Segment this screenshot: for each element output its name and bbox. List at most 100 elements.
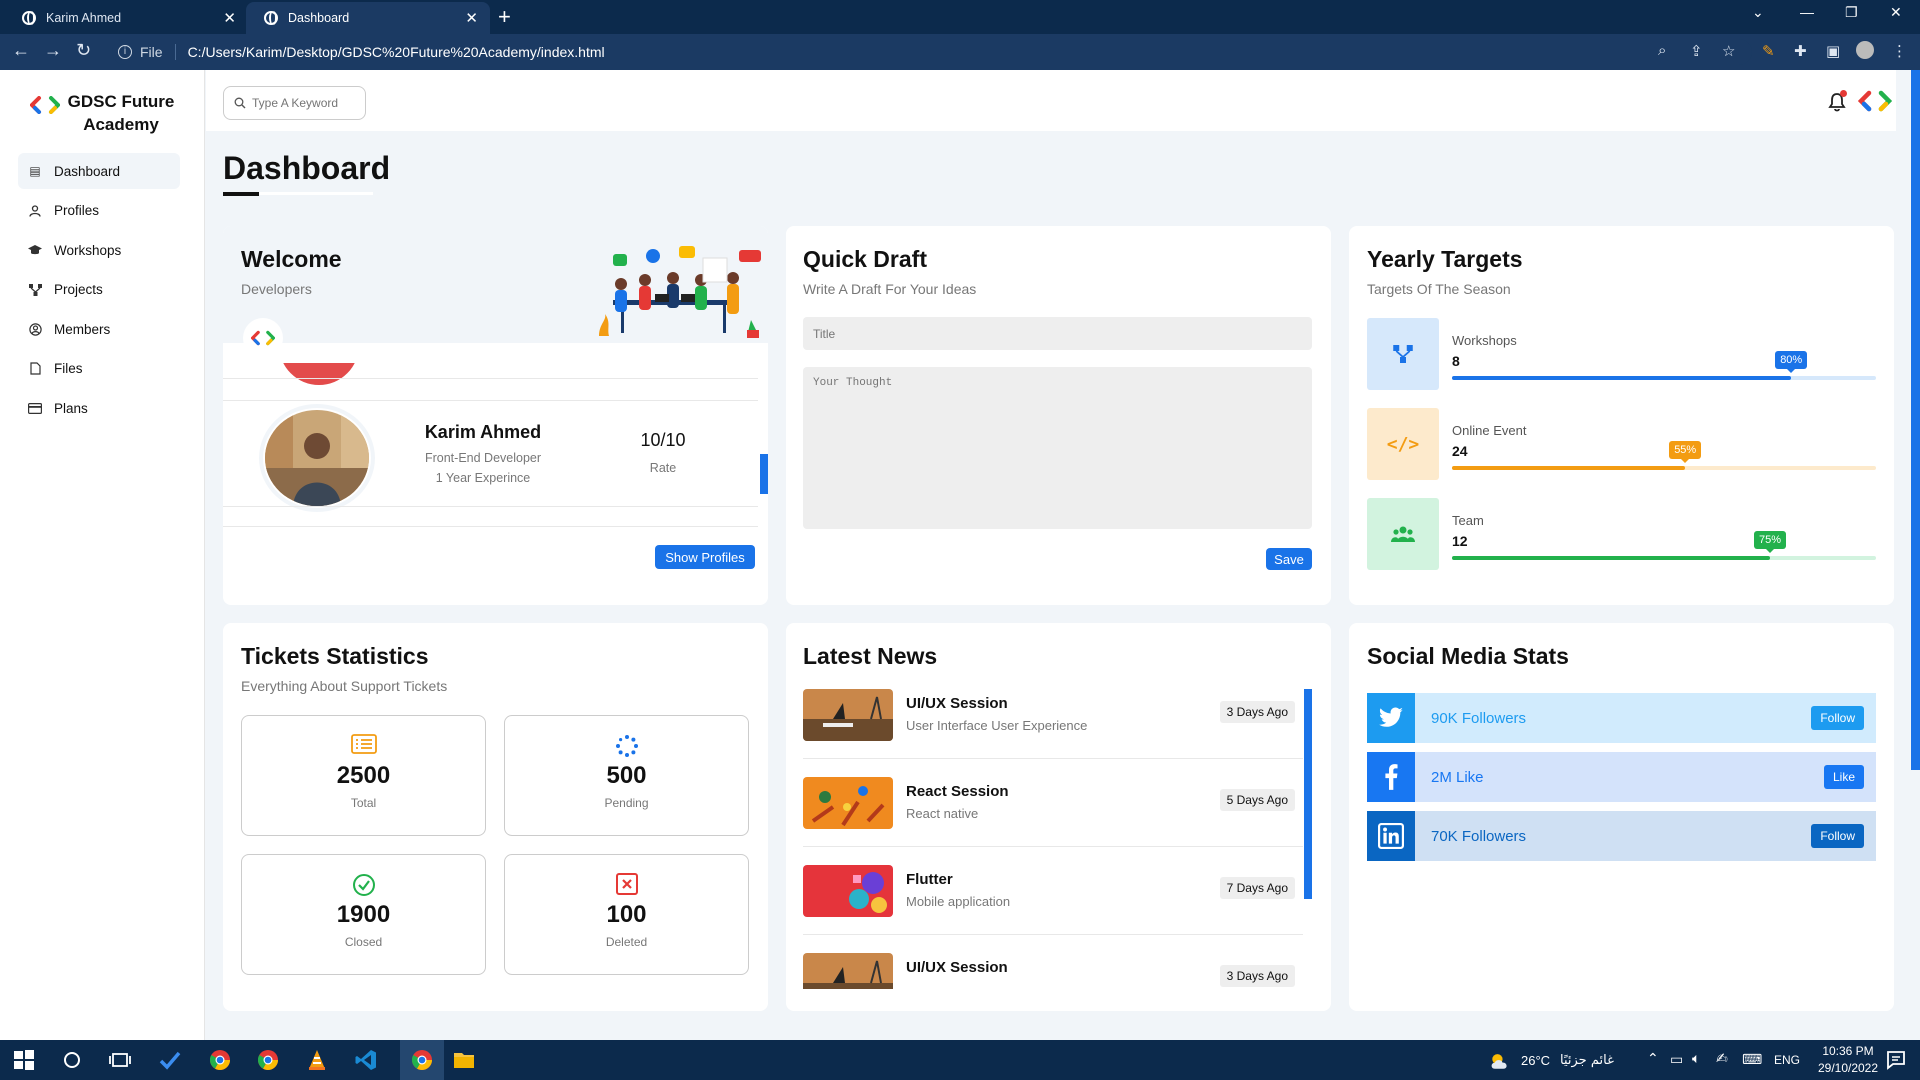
volume-icon[interactable]: 🔈︎ — [1692, 1050, 1700, 1067]
weather-partly-cloudy-icon[interactable] — [1488, 1049, 1512, 1073]
chrome-icon[interactable] — [208, 1048, 232, 1072]
sidebar-item-files[interactable]: Files — [18, 351, 180, 387]
menu-dots-icon[interactable]: ⋮ — [1892, 42, 1907, 60]
pen-extension-icon[interactable]: ✎ — [1762, 42, 1775, 60]
gdsc-logo — [251, 330, 275, 346]
active-taskbar-app[interactable] — [400, 1040, 444, 1080]
social-text: 2M Like — [1431, 768, 1484, 786]
pen-icon[interactable]: ✍︎ — [1716, 1050, 1728, 1067]
bookmark-star-icon[interactable]: ☆ — [1722, 42, 1735, 60]
social-icon-box — [1367, 811, 1415, 861]
info-icon[interactable]: i — [118, 45, 132, 59]
user-circle-icon — [28, 322, 42, 336]
diagram-icon — [1393, 345, 1413, 363]
new-tab-button[interactable]: + — [498, 4, 511, 30]
search-box[interactable] — [223, 86, 366, 120]
team-illustration — [599, 246, 761, 338]
follow-twitter-button[interactable]: Follow — [1811, 706, 1864, 730]
news-item-title: UI/UX Session — [906, 959, 1008, 976]
linkedin-icon — [1378, 823, 1404, 849]
target-icon-box — [1367, 318, 1439, 390]
profile-role: Front-End Developer — [424, 451, 542, 465]
task-view-icon[interactable] — [108, 1048, 132, 1072]
tray-chevron-icon[interactable]: ⌃ — [1647, 1050, 1659, 1067]
forward-icon[interactable]: → — [44, 40, 62, 61]
tab-close-icon[interactable]: ✕ — [223, 9, 236, 27]
ticket-pending: 500 Pending — [504, 715, 749, 836]
vscode-icon[interactable] — [354, 1048, 378, 1072]
sidebar: GDSC Future Academy ▤ Dashboard Profiles… — [0, 70, 205, 1040]
tab-karim-ahmed[interactable]: Karim Ahmed ✕ — [4, 2, 248, 34]
news-item[interactable]: UI/UX Session 3 Days Ago — [803, 953, 1303, 989]
page-scrollbar[interactable] — [1911, 70, 1920, 770]
clock-time[interactable]: 10:36 PM — [1812, 1044, 1884, 1058]
file-explorer-icon[interactable] — [452, 1048, 476, 1072]
notification-dot — [1840, 90, 1847, 97]
sidebar-item-members[interactable]: Members — [18, 311, 180, 347]
notifications-icon[interactable] — [1884, 1048, 1908, 1072]
news-item-desc: User Interface User Experience — [906, 718, 1088, 733]
divider — [223, 378, 758, 379]
code-icon: </> — [1386, 433, 1420, 455]
like-facebook-button[interactable]: Like — [1823, 765, 1864, 789]
news-item-desc: Mobile application — [906, 894, 1011, 909]
show-profiles-button[interactable]: Show Profiles — [655, 545, 755, 569]
language-indicator[interactable]: ENG — [1774, 1053, 1800, 1067]
news-item[interactable]: React Session React native 5 Days Ago — [803, 777, 1303, 865]
clock-date[interactable]: 29/10/2022 — [1806, 1061, 1890, 1075]
sidebar-item-projects[interactable]: Projects — [18, 272, 180, 308]
draft-title-input[interactable] — [803, 317, 1312, 350]
search-input[interactable] — [252, 96, 362, 110]
close-window-button[interactable]: ✕ — [1890, 4, 1902, 21]
sidebar-item-profiles[interactable]: Profiles — [18, 193, 180, 229]
welcome-title: Welcome — [241, 246, 342, 272]
share-icon[interactable]: ⇪ — [1690, 42, 1703, 60]
save-button[interactable]: Save — [1266, 548, 1312, 570]
social-title: Social Media Stats — [1367, 643, 1569, 669]
profile-experience: 1 Year Experince — [435, 471, 531, 485]
social-text: 90K Followers — [1431, 709, 1527, 727]
extensions-icon[interactable]: ✚ — [1794, 42, 1807, 60]
divider — [803, 758, 1303, 759]
target-icon-box: </> — [1367, 408, 1439, 480]
tab-dashboard[interactable]: Dashboard ✕ — [246, 2, 490, 34]
todo-icon[interactable] — [158, 1048, 182, 1072]
chrome-icon[interactable] — [256, 1048, 280, 1072]
weather-temp[interactable]: 26°C — [1521, 1053, 1550, 1068]
title-underline-accent — [223, 192, 259, 196]
restore-button[interactable]: ❐ — [1845, 4, 1858, 21]
tab-close-icon[interactable]: ✕ — [465, 9, 478, 27]
search-circle-icon[interactable] — [60, 1048, 84, 1072]
ticket-label: Total — [350, 796, 377, 810]
follow-linkedin-button[interactable]: Follow — [1811, 824, 1864, 848]
rate-label: Rate — [649, 461, 677, 475]
news-item[interactable]: Flutter Mobile application 7 Days Ago — [803, 865, 1303, 953]
back-icon[interactable]: ← — [12, 40, 30, 61]
news-item[interactable]: UI/UX Session User Interface User Experi… — [803, 689, 1303, 777]
vlc-icon[interactable] — [305, 1048, 329, 1072]
sidebar-item-dashboard[interactable]: ▤ Dashboard — [18, 153, 180, 189]
weather-text[interactable]: غائم جزئيًا — [1560, 1053, 1614, 1068]
sidebar-item-plans[interactable]: Plans — [18, 390, 180, 426]
gdsc-logo[interactable] — [1858, 90, 1892, 112]
tab-search-icon[interactable]: ⌄ — [1752, 4, 1764, 21]
target-name: Team — [1452, 513, 1484, 528]
news-thumbnail — [803, 865, 893, 917]
draft-thought-textarea[interactable] — [803, 367, 1312, 529]
ticket-value: 100 — [606, 901, 647, 928]
address-bar[interactable]: i File C:/Users/Karim/Desktop/GDSC%20Fut… — [112, 39, 1752, 65]
side-panel-icon[interactable]: ▣ — [1826, 42, 1840, 60]
card-scrollbar[interactable] — [760, 454, 768, 494]
sidebar-item-workshops[interactable]: Workshops — [18, 232, 180, 268]
page-header — [206, 70, 1896, 131]
keyboard-icon[interactable]: ⌨ — [1742, 1051, 1762, 1068]
zoom-icon[interactable]: ⌕ — [1658, 42, 1666, 59]
profile-avatar[interactable] — [1856, 41, 1874, 59]
social-text: 70K Followers — [1431, 827, 1527, 845]
reload-icon[interactable]: ↻ — [76, 40, 91, 61]
windows-start-icon[interactable] — [12, 1048, 36, 1072]
url-text: C:/Users/Karim/Desktop/GDSC%20Future%20A… — [187, 44, 605, 60]
network-icon[interactable]: ▭ — [1670, 1051, 1683, 1068]
minimize-button[interactable]: — — [1800, 4, 1814, 20]
gdsc-logo — [30, 96, 60, 114]
